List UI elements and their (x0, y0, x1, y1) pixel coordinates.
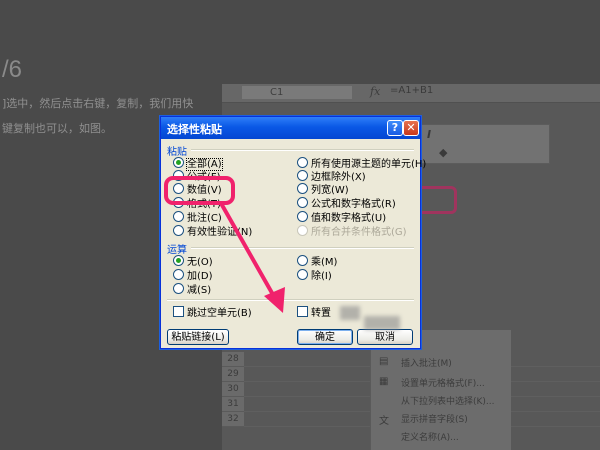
blur-patch (364, 316, 400, 330)
paste-all-option[interactable]: 全部(A) (173, 157, 223, 171)
ctx-item: 定义名称(A)... (401, 433, 459, 443)
radio-icon (297, 255, 308, 266)
values-option-highlight (164, 176, 235, 205)
formula-text: =A1+B1 (390, 85, 434, 96)
ctx-item: 设置单元格格式(F)... (401, 379, 485, 389)
paste-column-widths-option[interactable]: 列宽(W) (297, 183, 349, 196)
help-button[interactable]: ? (387, 120, 403, 136)
skip-blanks-checkbox[interactable]: 跳过空单元(B) (173, 306, 252, 319)
radio-icon (173, 225, 184, 236)
paste-special-dialog: 选择性粘贴 ? ✕ 粘贴 全部(A) 公式(F) 数值(V) 格式(T) 批注(… (160, 116, 426, 349)
format-icon: ▦ (379, 376, 389, 387)
ctx-item: 插入批注(M) (401, 359, 452, 369)
radio-icon (297, 269, 308, 280)
dialog-titlebar[interactable]: 选择性粘贴 ? ✕ (161, 117, 420, 139)
row-header: 30 (222, 382, 244, 397)
checkbox-icon (297, 306, 308, 317)
row-header: 32 (222, 412, 244, 427)
radio-icon (173, 211, 184, 222)
name-box: C1 (242, 86, 352, 99)
radio-icon (173, 283, 184, 294)
radio-checked-icon (173, 255, 184, 266)
step-number: /6 (2, 56, 23, 83)
paste-values-number-formats-option[interactable]: 值和数字格式(U) (297, 211, 386, 224)
comment-icon: ▤ (379, 356, 389, 367)
operation-none-option[interactable]: 无(O) (173, 255, 213, 268)
paste-merge-conditional-option: 所有合并条件格式(G) (297, 225, 407, 238)
article-line-2: 键复制也可以，如图。 (2, 122, 112, 135)
fill-color-icon: ◆ (439, 146, 448, 159)
formula-bar: C1 fx =A1+B1 (222, 84, 600, 103)
row-header: 28 (222, 352, 244, 367)
radio-icon (297, 211, 308, 222)
operation-add-option[interactable]: 加(D) (173, 269, 213, 282)
paste-source-theme-option[interactable]: 所有使用源主题的单元(H) (297, 157, 426, 170)
radio-icon (297, 183, 308, 194)
radio-icon (173, 269, 184, 280)
operation-divide-option[interactable]: 除(I) (297, 269, 332, 282)
pinyin-icon: 文 (379, 416, 389, 427)
ok-button[interactable]: 确定 (297, 329, 353, 345)
operation-group-label: 运算 (167, 245, 187, 256)
fx-icon: fx (370, 85, 381, 98)
ctx-item: 从下拉列表中选择(K)... (401, 397, 495, 407)
radio-icon (297, 170, 308, 181)
paste-comments-option[interactable]: 批注(C) (173, 211, 222, 224)
transpose-checkbox[interactable]: 转置 (297, 306, 331, 319)
paste-formulas-number-formats-option[interactable]: 公式和数字格式(R) (297, 197, 396, 210)
separator (167, 299, 414, 301)
paste-validation-option[interactable]: 有效性验证(N) (173, 225, 252, 238)
operation-subtract-option[interactable]: 减(S) (173, 283, 211, 296)
article-line-1: ]选中，然后点击右键，复制，我们用快 (2, 97, 194, 110)
checkbox-icon (173, 306, 184, 317)
italic-icon: I (427, 128, 432, 141)
operation-multiply-option[interactable]: 乘(M) (297, 255, 337, 268)
blur-patch (340, 306, 360, 320)
row-header: 31 (222, 397, 244, 412)
dialog-title: 选择性粘贴 (167, 123, 222, 136)
radio-checked-icon (173, 157, 184, 168)
cancel-button[interactable]: 取消 (357, 329, 413, 345)
row-header: 29 (222, 367, 244, 382)
radio-icon (297, 157, 308, 168)
paste-link-button[interactable]: 粘贴链接(L) (167, 329, 229, 345)
group-divider (191, 247, 414, 249)
ctx-item: 显示拼音字段(S) (401, 415, 468, 425)
paste-except-borders-option[interactable]: 边框除外(X) (297, 170, 366, 183)
paste-group-label: 粘贴 (167, 147, 187, 158)
radio-icon (297, 197, 308, 208)
close-button[interactable]: ✕ (403, 120, 419, 136)
radio-disabled-icon (297, 225, 308, 236)
group-divider (191, 149, 414, 151)
mini-toolbar: B I A ◆ (408, 124, 550, 164)
